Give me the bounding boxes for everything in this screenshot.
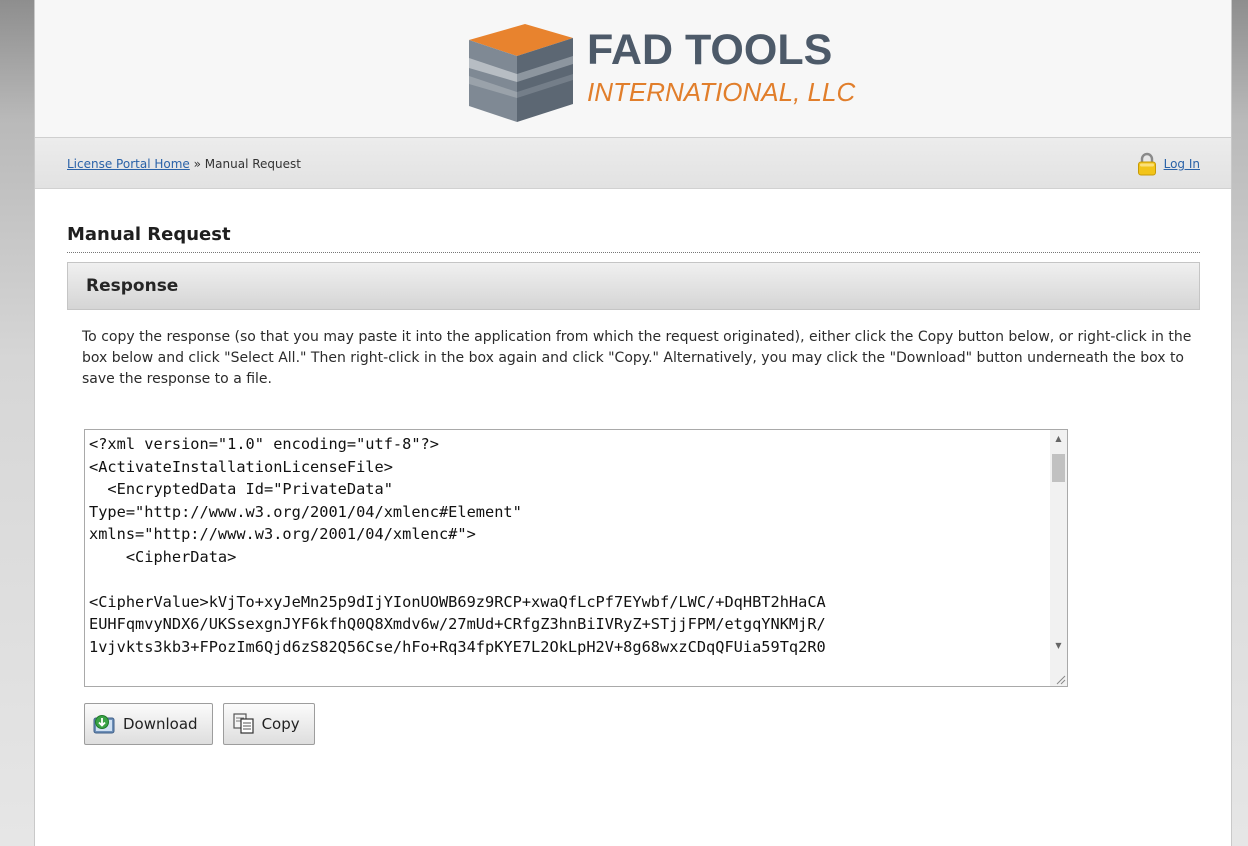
- copy-label: Copy: [261, 715, 300, 733]
- copy-icon: [232, 713, 254, 734]
- logo-subtitle: INTERNATIONAL, LLC: [587, 77, 856, 107]
- section-header: Response: [67, 262, 1200, 310]
- resize-grip-icon[interactable]: [1054, 673, 1066, 685]
- response-textarea[interactable]: <?xml version="1.0" encoding="utf-8"?> <…: [84, 429, 1068, 687]
- breadcrumb-home-link[interactable]: License Portal Home: [67, 157, 190, 171]
- login-link[interactable]: Log In: [1164, 157, 1200, 171]
- response-text[interactable]: <?xml version="1.0" encoding="utf-8"?> <…: [85, 430, 1067, 686]
- scroll-thumb[interactable]: [1052, 454, 1065, 482]
- action-buttons: Download Copy: [84, 703, 315, 745]
- breadcrumb-current: Manual Request: [204, 157, 301, 171]
- company-logo[interactable]: FAD TOOLS INTERNATIONAL, LLC: [465, 18, 865, 128]
- login-area[interactable]: Log In: [1136, 152, 1200, 176]
- copy-button[interactable]: Copy: [222, 703, 315, 745]
- page-container: FAD TOOLS INTERNATIONAL, LLC License Por…: [34, 0, 1232, 846]
- scroll-up-arrow-icon[interactable]: ▲: [1050, 430, 1067, 447]
- download-icon: [93, 715, 115, 734]
- scroll-down-arrow-icon[interactable]: ▼: [1050, 637, 1067, 654]
- download-label: Download: [123, 715, 198, 733]
- logo-cube-icon: [469, 24, 573, 122]
- site-header: FAD TOOLS INTERNATIONAL, LLC: [35, 0, 1231, 138]
- breadcrumb-bar: License Portal Home » Manual Request Log…: [35, 138, 1231, 189]
- download-button[interactable]: Download: [84, 703, 213, 745]
- page-title: Manual Request: [67, 224, 1200, 253]
- instructions-text: To copy the response (so that you may pa…: [82, 329, 1192, 387]
- logo-title: FAD TOOLS: [587, 26, 833, 74]
- textarea-scrollbar[interactable]: ▲ ▼: [1050, 430, 1067, 686]
- lock-icon[interactable]: [1136, 152, 1158, 176]
- breadcrumb-separator: »: [193, 157, 201, 171]
- main-content: Manual Request Response To copy the resp…: [67, 224, 1200, 745]
- breadcrumb: License Portal Home » Manual Request: [67, 157, 301, 171]
